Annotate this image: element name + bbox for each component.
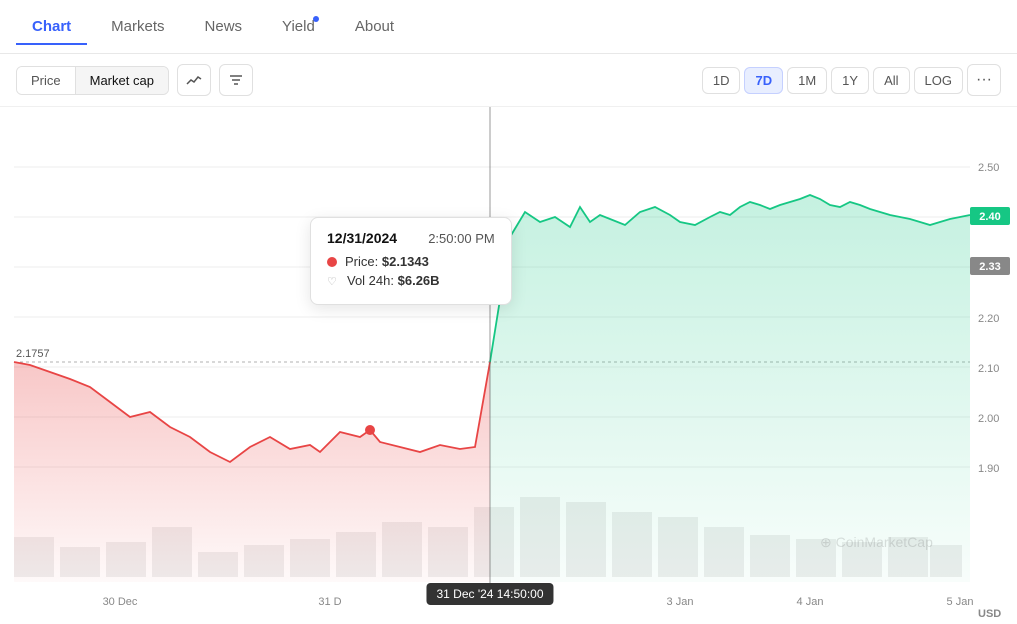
price-button[interactable]: Price xyxy=(17,67,76,94)
chart-line-icon[interactable] xyxy=(177,64,211,96)
crosshair-date-label: 31 Dec '24 14:50:00 xyxy=(426,583,553,605)
svg-text:5 Jan: 5 Jan xyxy=(947,596,974,608)
chart-area: 2.50 2.40 2.30 2.20 2.10 2.00 1.90 2.40 … xyxy=(0,107,1017,619)
price-indicator xyxy=(327,257,337,267)
vol-indicator: ♡ xyxy=(327,275,339,287)
svg-text:2.10: 2.10 xyxy=(978,363,999,375)
price-chart: 2.50 2.40 2.30 2.20 2.10 2.00 1.90 2.40 … xyxy=(0,107,1017,619)
svg-text:2.33: 2.33 xyxy=(979,261,1000,273)
price-marketcap-toggle: Price Market cap xyxy=(16,66,169,95)
nav-tabs: Chart Markets News Yield About xyxy=(0,0,1017,54)
tooltip-date: 12/31/2024 2:50:00 PM xyxy=(327,230,495,246)
chart-container: 2.50 2.40 2.30 2.20 2.10 2.00 1.90 2.40 … xyxy=(0,107,1017,619)
svg-text:2.50: 2.50 xyxy=(978,162,999,174)
tooltip-price-row: Price: $2.1343 xyxy=(327,254,495,269)
toolbar: Price Market cap 1D 7D 1M 1Y All LOG ··· xyxy=(0,54,1017,107)
tab-news[interactable]: News xyxy=(189,10,259,45)
tab-yield[interactable]: Yield xyxy=(266,10,331,45)
svg-text:USD: USD xyxy=(978,608,1001,619)
more-options-button[interactable]: ··· xyxy=(967,64,1001,96)
time-1d[interactable]: 1D xyxy=(702,67,741,94)
tab-markets[interactable]: Markets xyxy=(95,10,180,45)
svg-text:2.1757: 2.1757 xyxy=(16,348,50,360)
svg-text:2.20: 2.20 xyxy=(978,313,999,325)
svg-text:⊕ CoinMarketCap: ⊕ CoinMarketCap xyxy=(820,534,933,550)
svg-text:2.40: 2.40 xyxy=(979,211,1000,223)
tooltip-vol-row: ♡ Vol 24h: $6.26B xyxy=(327,273,495,288)
time-all[interactable]: All xyxy=(873,67,909,94)
price-tooltip: 12/31/2024 2:50:00 PM Price: $2.1343 ♡ V… xyxy=(310,217,512,305)
svg-text:30 Dec: 30 Dec xyxy=(103,596,138,608)
svg-text:31 D: 31 D xyxy=(318,596,341,608)
time-range-buttons: 1D 7D 1M 1Y All LOG ··· xyxy=(702,64,1001,96)
time-log[interactable]: LOG xyxy=(914,67,963,94)
time-1y[interactable]: 1Y xyxy=(831,67,869,94)
tab-about[interactable]: About xyxy=(339,10,410,45)
svg-text:4 Jan: 4 Jan xyxy=(797,596,824,608)
yield-dot xyxy=(313,16,319,22)
tab-chart[interactable]: Chart xyxy=(16,10,87,45)
time-7d[interactable]: 7D xyxy=(744,67,783,94)
time-1m[interactable]: 1M xyxy=(787,67,827,94)
svg-text:3 Jan: 3 Jan xyxy=(667,596,694,608)
market-cap-button[interactable]: Market cap xyxy=(76,67,168,94)
filter-icon[interactable] xyxy=(219,64,253,96)
price-dot-red xyxy=(365,425,375,435)
svg-text:2.00: 2.00 xyxy=(978,413,999,425)
svg-text:1.90: 1.90 xyxy=(978,463,999,475)
